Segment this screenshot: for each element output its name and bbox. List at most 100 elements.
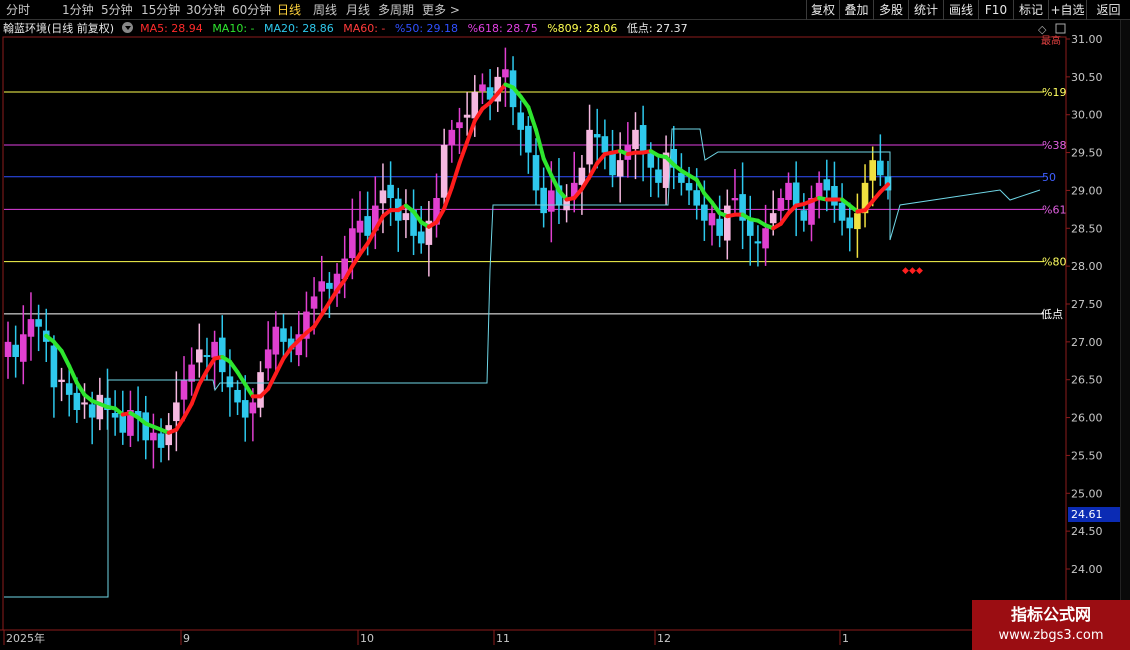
candle-body [616, 160, 624, 177]
ma-line-segment [541, 156, 554, 178]
candle-body [716, 218, 723, 236]
candle-body [310, 296, 318, 309]
candle-body [632, 129, 639, 150]
candle-body [356, 220, 364, 233]
candle-body [724, 205, 731, 241]
y-tick-label: 27.50 [1071, 298, 1103, 311]
y-tick-label: 31.00 [1071, 33, 1103, 46]
watermark-url: www.zbgs3.com [998, 628, 1104, 643]
candle-body [81, 402, 88, 405]
candle-body [27, 319, 35, 337]
y-tick-label: 30.00 [1071, 109, 1103, 122]
side-panel-strip [1120, 20, 1130, 600]
candle-body [203, 355, 211, 358]
candle-body [877, 160, 884, 176]
candle-body [448, 129, 456, 145]
candle-body [96, 394, 104, 420]
candle-body [226, 376, 234, 388]
candle-body [639, 125, 647, 153]
ma-line-segment [312, 312, 324, 329]
ma-line-segment [243, 382, 255, 399]
candle-body [280, 328, 287, 342]
candle-body [823, 179, 831, 191]
candle-body [218, 337, 226, 373]
candle-body [854, 213, 861, 230]
candle-body [20, 334, 27, 362]
candle-body [525, 125, 532, 153]
ma-line-segment [449, 161, 462, 190]
x-tick-label: 1 [842, 632, 849, 645]
candle-body [548, 190, 555, 212]
y-tick-label: 24.00 [1071, 563, 1103, 576]
candle-body [211, 341, 218, 358]
signal-diamond-icon: ◆ [909, 266, 916, 276]
y-tick-label: 29.00 [1071, 184, 1103, 197]
x-tick-label: 12 [657, 632, 671, 645]
y-tick-label: 30.50 [1071, 71, 1103, 84]
candle-body [12, 344, 19, 357]
candle-body [349, 228, 356, 259]
ma-line-segment [327, 288, 340, 305]
site-watermark: 指标公式网 www.zbgs3.com [972, 600, 1130, 650]
candle-body [785, 182, 792, 200]
candle-body [35, 319, 42, 327]
current-price-tag: 24.61 [1068, 507, 1120, 522]
level-label: 低点 [1041, 308, 1063, 321]
candle-body [387, 184, 394, 198]
candle-body [777, 198, 785, 211]
candle-body [693, 190, 700, 206]
candle-body [440, 145, 448, 198]
candle-body [417, 231, 425, 244]
ma-line-segment [59, 348, 72, 369]
ma-line-segment [67, 364, 79, 385]
candle-body [364, 216, 371, 236]
y-tick-label: 25.50 [1071, 449, 1103, 462]
ma-line-segment [235, 370, 248, 387]
candle-body [165, 425, 172, 446]
candle-body [241, 400, 249, 418]
candle-body [456, 122, 463, 129]
candle-body [517, 112, 524, 130]
candle-body [318, 281, 326, 292]
x-tick-label: 2025年 [6, 631, 45, 645]
candle-body [593, 134, 601, 138]
candle-body [173, 402, 180, 422]
candle-body [249, 402, 257, 414]
candle-body [264, 349, 272, 369]
candle-body [762, 228, 769, 249]
panel-toggle-icon[interactable] [1055, 23, 1066, 34]
y-tick-label: 24.50 [1071, 525, 1103, 538]
ma-line-segment [182, 401, 194, 420]
candle-body [180, 379, 188, 400]
candle-body [50, 345, 58, 388]
candlestick-chart[interactable]: 最高◇31.0030.5030.0029.5029.0028.5028.0027… [0, 0, 1130, 650]
candle-body [769, 213, 777, 224]
candle-body [119, 414, 127, 433]
ma-line-segment [878, 182, 890, 194]
ma-line-segment [273, 356, 286, 376]
ma-line-segment [189, 382, 202, 406]
candle-body [58, 379, 65, 382]
candle-body [65, 383, 73, 395]
candle-body [647, 153, 655, 168]
candle-body [479, 84, 486, 92]
candle-body [188, 364, 195, 382]
candle-body [272, 326, 280, 355]
candle-body [88, 404, 96, 418]
candle-body [831, 185, 838, 206]
signal-diamond-icon: ◆ [902, 266, 909, 276]
candle-body [532, 155, 540, 191]
candle-body [150, 432, 157, 441]
candle-body [111, 412, 119, 418]
candle-body [463, 114, 471, 118]
y-tick-label: 29.50 [1071, 147, 1103, 160]
candle-body [586, 129, 593, 165]
y-tick-label: 27.00 [1071, 336, 1103, 349]
x-tick-label: 11 [496, 632, 510, 645]
candle-body [609, 151, 616, 176]
candle-body [846, 217, 854, 229]
watermark-title: 指标公式网 [1010, 605, 1091, 624]
y-tick-label: 26.00 [1071, 412, 1103, 425]
candle-body [731, 198, 739, 201]
scroll-diamond-icon[interactable]: ◇ [1038, 23, 1047, 36]
